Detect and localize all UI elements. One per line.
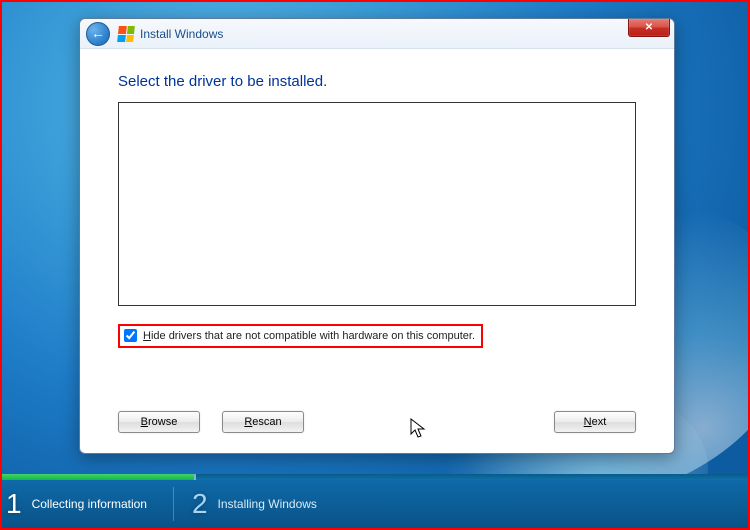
step-label: Installing Windows	[218, 497, 317, 511]
step-installing-windows: 2 Installing Windows	[192, 488, 317, 520]
setup-steps-bar: 1 Collecting information 2 Installing Wi…	[2, 480, 748, 528]
step-label: Collecting information	[32, 497, 147, 511]
hide-incompatible-row: Hide drivers that are not compatible wit…	[118, 324, 483, 348]
browse-button[interactable]: Browse	[118, 411, 200, 433]
step-collecting-information: 1 Collecting information	[6, 488, 147, 520]
next-button[interactable]: Next	[554, 411, 636, 433]
rescan-button[interactable]: Rescan	[222, 411, 304, 433]
step-number: 1	[6, 488, 22, 520]
hide-incompatible-label[interactable]: Hide drivers that are not compatible wit…	[143, 330, 475, 342]
dialog-content: Select the driver to be installed. Hide …	[80, 49, 674, 453]
back-arrow-icon: ←	[91, 26, 105, 40]
windows-logo-icon	[117, 26, 135, 42]
titlebar: ← Install Windows ✕	[80, 19, 674, 49]
close-button[interactable]: ✕	[628, 19, 670, 37]
desktop-background: ← Install Windows ✕ Select the driver to…	[2, 2, 748, 528]
step-separator	[173, 487, 174, 521]
driver-list[interactable]	[118, 102, 636, 306]
close-icon: ✕	[645, 22, 653, 33]
button-row: Browse Rescan Next	[118, 411, 636, 441]
back-button[interactable]: ←	[86, 22, 110, 46]
window-title: Install Windows	[140, 27, 223, 41]
page-heading: Select the driver to be installed.	[118, 73, 636, 90]
install-windows-dialog: ← Install Windows ✕ Select the driver to…	[79, 18, 675, 454]
step-number: 2	[192, 488, 208, 520]
hide-incompatible-checkbox[interactable]	[124, 329, 137, 342]
